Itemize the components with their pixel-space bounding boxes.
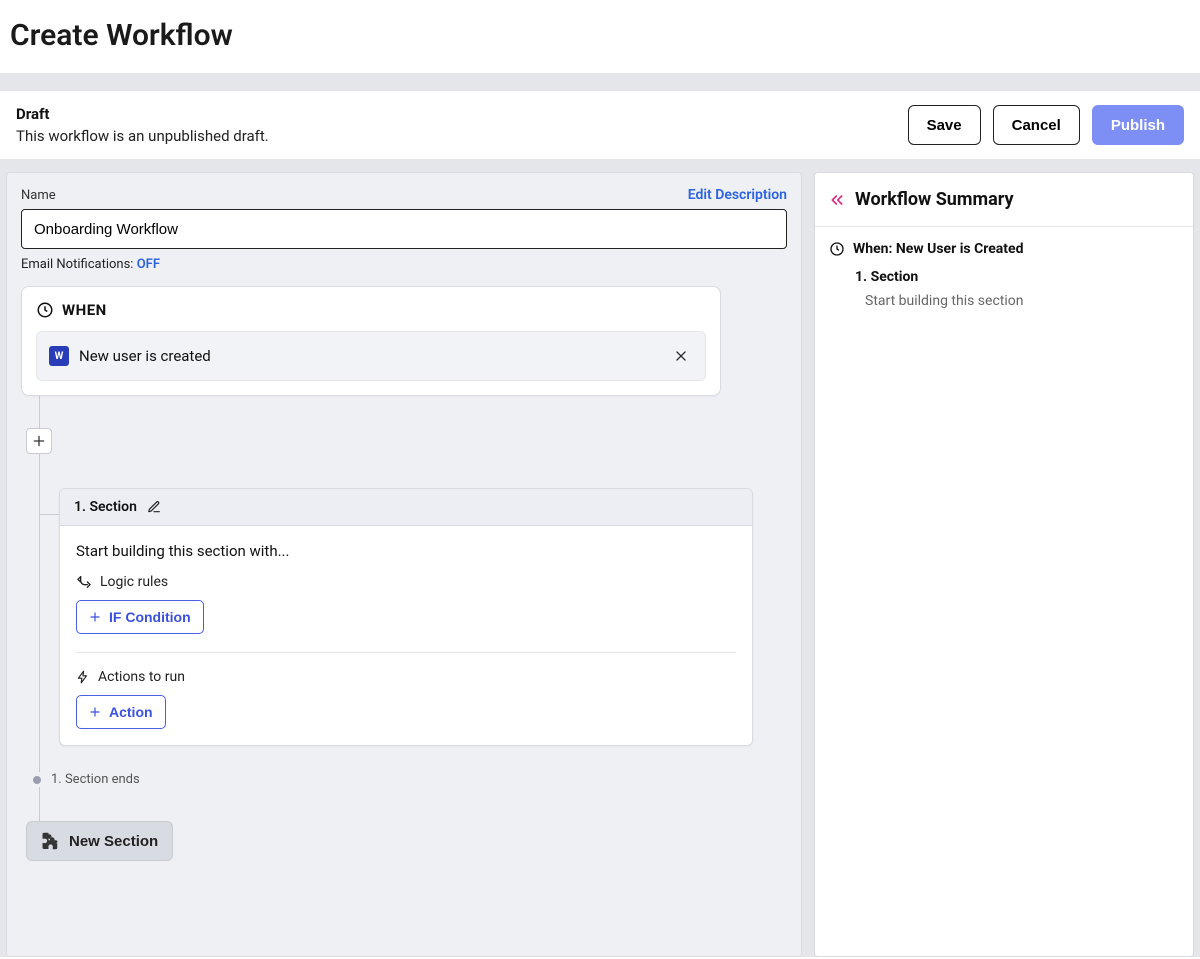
section-prompt: Start building this section with... [76,542,736,560]
logic-rules-heading: Logic rules [76,574,736,590]
draft-label: Draft [16,105,896,123]
trigger-label: New user is created [79,347,659,365]
trigger-icon [36,301,54,319]
actions-heading: Actions to run [76,669,736,685]
cancel-button[interactable]: Cancel [993,105,1080,145]
email-notifications-row: Email Notifications: OFF [21,257,787,272]
when-heading: WHEN [62,301,107,319]
email-notifications-toggle[interactable]: OFF [137,257,160,272]
connector-line-3 [39,746,787,772]
connector-line-4 [39,787,787,821]
trigger-app-icon: W [49,346,69,366]
summary-title: Workflow Summary [855,189,1014,210]
draft-subtext: This workflow is an unpublished draft. [16,127,896,145]
edit-description-link[interactable]: Edit Description [688,187,787,203]
lightning-icon [76,669,90,685]
name-field-label: Name [21,188,56,203]
when-card: WHEN W New user is created [21,286,721,396]
page-title: Create Workflow [0,0,1200,73]
section-ends-label: 1. Section ends [51,772,140,787]
clock-icon [829,241,845,257]
remove-trigger-button[interactable] [669,344,693,368]
add-step-button[interactable] [26,428,52,454]
save-button[interactable]: Save [908,105,981,145]
summary-sidebar: Workflow Summary When: New User is Creat… [814,172,1194,957]
publish-button[interactable]: Publish [1092,105,1184,145]
new-section-button[interactable]: New Section [26,821,173,861]
puzzle-icon [41,832,59,850]
section-end-dot [33,776,41,784]
connector-line [39,396,787,428]
separator-band [0,73,1200,91]
section-title: 1. Section [74,499,137,515]
branch-icon [76,574,92,590]
add-if-condition-button[interactable]: IF Condition [76,600,204,634]
connector-line-2 [39,454,787,488]
status-bar: Draft This workflow is an unpublished dr… [0,91,1200,160]
section-card: 1. Section Start building this section w… [59,488,753,746]
trigger-row[interactable]: W New user is created [36,331,706,381]
workflow-canvas: Name Edit Description Email Notification… [6,172,802,957]
summary-section-subtext: Start building this section [865,293,1179,309]
separator-band-2 [0,160,1200,172]
summary-section-label[interactable]: 1. Section [855,269,1179,285]
section-spine [21,488,59,746]
workflow-name-input[interactable] [21,209,787,249]
section-header[interactable]: 1. Section [60,489,752,526]
email-notifications-label: Email Notifications: [21,257,133,272]
add-action-button[interactable]: Action [76,695,166,729]
edit-section-icon[interactable] [147,500,161,514]
summary-when-line: When: New User is Created [853,241,1023,257]
collapse-sidebar-icon[interactable] [829,192,845,208]
section-divider [76,652,736,653]
